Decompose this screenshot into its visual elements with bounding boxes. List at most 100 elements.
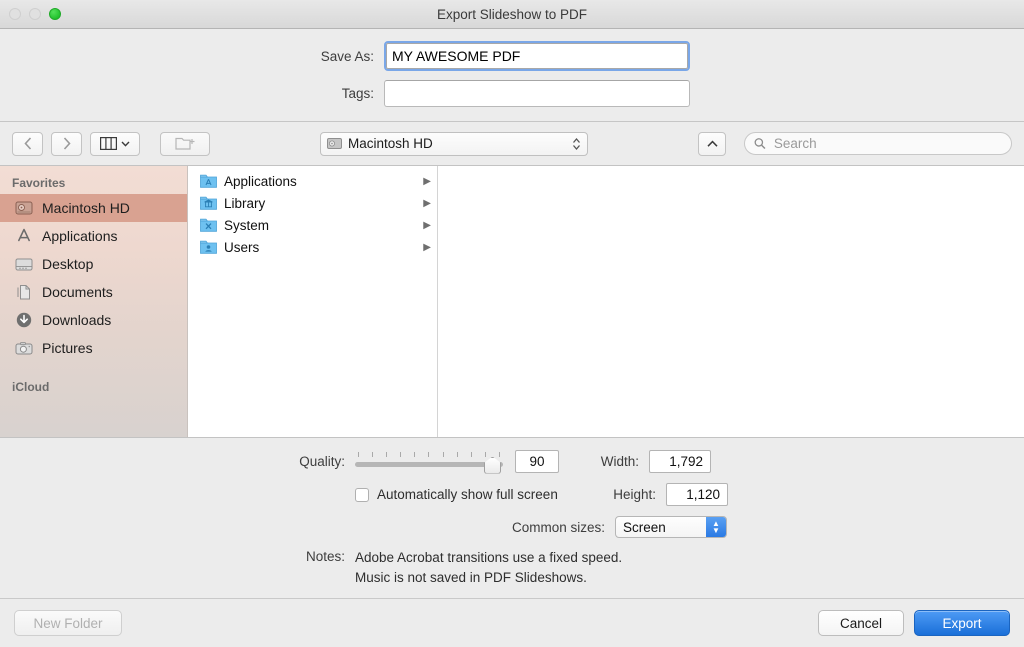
path-popup-label: Macintosh HD [348, 136, 433, 151]
common-sizes-value: Screen [623, 519, 666, 535]
export-button[interactable]: Export [914, 610, 1010, 636]
quality-slider[interactable] [355, 451, 503, 474]
file-row[interactable]: Applications ▶ [188, 170, 437, 192]
sidebar-item-label: Applications [42, 228, 118, 244]
save-as-input[interactable] [386, 43, 688, 69]
sidebar-item-documents[interactable]: Documents [0, 278, 187, 306]
disclosure-triangle-icon[interactable]: ▶ [423, 198, 431, 209]
fullscreen-label: Automatically show full screen [377, 487, 558, 502]
finder-toolbar: Macintosh HD [0, 122, 1024, 166]
file-name: Applications [224, 173, 297, 189]
chevron-right-icon [63, 137, 71, 150]
file-browser: Favorites Macintosh HD Applications Desk… [0, 166, 1024, 437]
path-popup-button[interactable]: Macintosh HD [320, 131, 588, 156]
common-sizes-popup[interactable]: Screen ▲ ▼ [615, 516, 727, 538]
width-input[interactable] [649, 450, 711, 473]
go-up-button[interactable] [698, 131, 726, 156]
window-title: Export Slideshow to PDF [436, 6, 588, 22]
file-name: System [224, 217, 270, 233]
file-row[interactable]: Users ▶ [188, 236, 437, 258]
disclosure-triangle-icon[interactable]: ▶ [423, 220, 431, 231]
file-name: Library [224, 195, 266, 211]
sidebar-item-downloads[interactable]: Downloads [0, 306, 187, 334]
disclosure-triangle-icon[interactable]: ▶ [423, 242, 431, 253]
sidebar-item-desktop[interactable]: Desktop [0, 250, 187, 278]
slider-thumb[interactable] [484, 456, 501, 474]
chevron-down-icon [121, 141, 130, 147]
save-as-field-focus-ring [384, 41, 690, 71]
downloads-icon [14, 311, 33, 330]
tags-label: Tags: [341, 86, 374, 101]
file-column-1: Applications ▶ Library ▶ System ▶ Users … [188, 166, 438, 437]
new-folder-icon [175, 137, 195, 150]
sidebar-header-favorites: Favorites [12, 176, 66, 190]
sidebar-item-macintosh-hd[interactable]: Macintosh HD [0, 194, 187, 222]
chevron-up-down-icon [573, 137, 580, 150]
forward-button[interactable] [51, 131, 82, 156]
common-sizes-label: Common sizes: [511, 519, 605, 535]
file-column-2-empty [438, 166, 1024, 437]
title-bar: Export Slideshow to PDF [0, 0, 1024, 29]
height-label: Height: [613, 487, 656, 502]
sidebar-item-label: Macintosh HD [42, 200, 130, 216]
sidebar: Favorites Macintosh HD Applications Desk… [0, 166, 188, 437]
folder-system-icon [200, 218, 217, 232]
file-name: Users [224, 239, 260, 255]
disclosure-triangle-icon[interactable]: ▶ [423, 176, 431, 187]
desktop-icon [14, 255, 33, 274]
export-dialog-window: Export Slideshow to PDF Save As: Tags: [0, 0, 1024, 647]
notes-row: Notes: Adobe Acrobat transitions use a f… [0, 548, 1024, 588]
export-options: Quality: Width: Automatically show full … [0, 437, 1024, 598]
sidebar-item-label: Documents [42, 284, 113, 300]
quality-label: Quality: [299, 454, 345, 469]
cancel-button[interactable]: Cancel [818, 610, 904, 636]
width-label: Width: [600, 454, 639, 469]
tags-input[interactable] [384, 80, 690, 107]
sidebar-item-label: Pictures [42, 340, 93, 356]
view-mode-button[interactable] [90, 131, 140, 156]
fullscreen-checkbox[interactable] [355, 487, 369, 502]
slider-track [355, 461, 503, 467]
chevron-left-icon [23, 137, 31, 150]
column-view-icon [100, 137, 117, 150]
hard-drive-icon [327, 138, 342, 149]
slider-ticks [358, 451, 500, 458]
common-sizes-row: Common sizes: Screen ▲ ▼ [0, 516, 1024, 538]
height-input[interactable] [666, 483, 728, 506]
sidebar-item-pictures[interactable]: Pictures [0, 334, 187, 362]
file-row[interactable]: System ▶ [188, 214, 437, 236]
folder-users-icon [200, 240, 217, 254]
popup-arrows-icon: ▲ ▼ [706, 517, 726, 537]
sidebar-item-label: Downloads [42, 312, 112, 328]
chevron-up-icon [706, 140, 718, 147]
file-row[interactable]: Library ▶ [188, 192, 437, 214]
folder-library-icon [200, 196, 217, 210]
new-folder-toolbar-button[interactable] [160, 131, 210, 156]
search-icon [754, 138, 766, 150]
save-as-label: Save As: [320, 48, 374, 64]
hard-drive-icon [14, 199, 33, 218]
sidebar-item-label: Desktop [42, 256, 94, 272]
fullscreen-row: Automatically show full screen Height: [0, 483, 1024, 506]
save-form: Save As: Tags: [0, 29, 1024, 122]
dialog-button-bar: New Folder Cancel Export [0, 598, 1024, 647]
documents-icon [14, 283, 33, 302]
notes-text: Adobe Acrobat transitions use a fixed sp… [355, 548, 622, 588]
sidebar-item-applications[interactable]: Applications [0, 222, 187, 250]
back-button[interactable] [12, 131, 43, 156]
pictures-icon [14, 339, 33, 358]
search-field[interactable] [744, 132, 1012, 155]
notes-label: Notes: [305, 549, 345, 564]
notes-line-1: Adobe Acrobat transitions use a fixed sp… [355, 550, 623, 565]
quality-row: Quality: Width: [0, 450, 1024, 474]
quality-value-input[interactable] [515, 450, 559, 473]
new-folder-button[interactable]: New Folder [14, 610, 122, 636]
save-as-row: Save As: [0, 41, 1024, 71]
tags-row: Tags: [0, 80, 1024, 107]
folder-applications-icon [200, 174, 217, 188]
action-buttons: Cancel Export [818, 610, 1010, 636]
sidebar-header-icloud: iCloud [12, 380, 50, 394]
applications-icon [14, 227, 33, 246]
search-input[interactable] [771, 135, 1002, 152]
notes-line-2: Music is not saved in PDF Slideshows. [355, 570, 587, 585]
